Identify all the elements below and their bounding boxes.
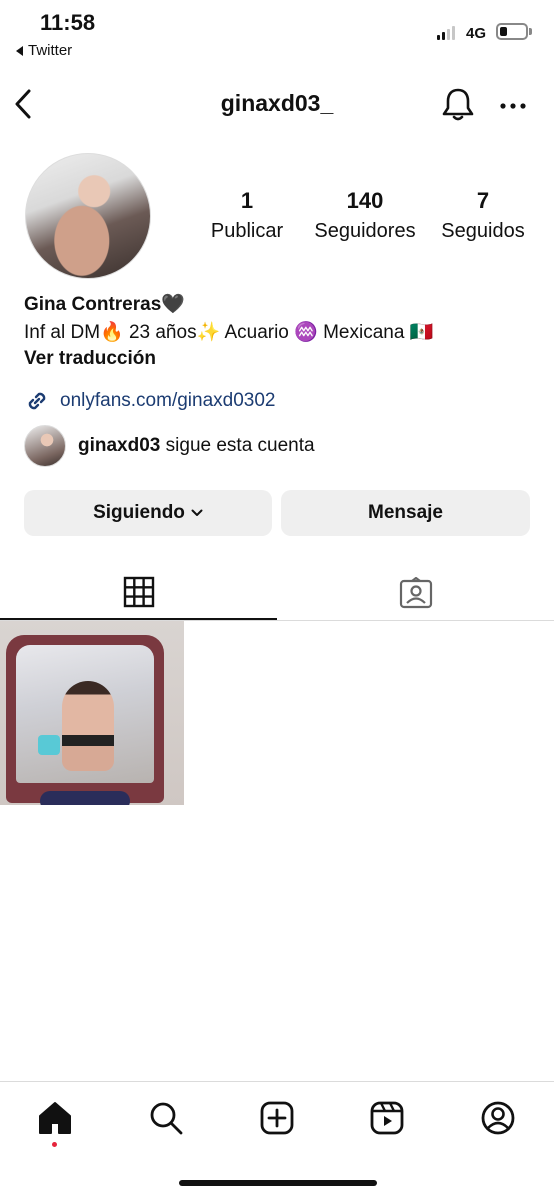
stat-posts[interactable]: 1 Publicar <box>197 188 297 243</box>
back-app-label: Twitter <box>28 42 73 59</box>
following-button-label: Siguiendo <box>93 502 185 523</box>
profile-icon <box>481 1101 515 1135</box>
more-options-button[interactable] <box>500 98 526 116</box>
tab-tagged[interactable] <box>277 566 554 620</box>
chevron-down-icon <box>191 509 203 516</box>
battery-cap <box>529 28 532 35</box>
network-type: 4G <box>466 25 487 42</box>
followed-by-row[interactable]: ginaxd03 sigue esta cuenta <box>24 425 315 467</box>
stat-following-number: 7 <box>476 188 490 213</box>
stat-followers-label: Seguidores <box>314 220 416 242</box>
stat-posts-number: 1 <box>240 188 254 213</box>
stat-posts-label: Publicar <box>210 220 284 242</box>
message-button-label: Mensaje <box>368 502 443 523</box>
stat-followers-number: 140 <box>346 188 384 213</box>
create-icon <box>260 1101 294 1135</box>
tab-posts-grid[interactable] <box>0 566 277 620</box>
stat-following-label: Seguidos <box>441 220 525 242</box>
follower-avatar <box>24 425 66 467</box>
nav-search[interactable] <box>148 1100 184 1136</box>
link-icon <box>28 392 46 410</box>
grid-icon <box>123 576 154 608</box>
following-button[interactable]: Siguiendo <box>24 490 272 536</box>
home-notification-dot <box>52 1142 57 1147</box>
nav-create[interactable] <box>259 1100 295 1136</box>
website-text: onlyfans.com/ginaxd0302 <box>60 390 276 411</box>
nav-home[interactable] <box>37 1100 73 1136</box>
home-indicator <box>179 1180 377 1186</box>
profile-avatar[interactable] <box>25 153 151 279</box>
back-triangle-icon <box>16 45 23 56</box>
status-time: 11:58 <box>40 10 96 35</box>
profile-display-name: Gina Contreras🖤 <box>24 294 185 315</box>
battery-icon <box>496 23 528 40</box>
stat-following[interactable]: 7 Seguidos <box>433 188 533 243</box>
followed-by-username: ginaxd03 <box>78 435 161 456</box>
signal-icon <box>437 26 455 40</box>
post-thumbnail[interactable] <box>0 621 184 805</box>
see-translation-link[interactable]: Ver traducción <box>24 348 156 370</box>
reels-icon <box>370 1101 404 1135</box>
followed-by-suffix: sigue esta cuenta <box>160 435 315 456</box>
home-icon <box>39 1102 71 1134</box>
message-button[interactable]: Mensaje <box>281 490 530 536</box>
more-dots-icon <box>500 103 526 109</box>
back-to-app-link[interactable]: Twitter <box>16 42 72 59</box>
bell-icon <box>442 88 474 121</box>
nav-profile[interactable] <box>480 1100 516 1136</box>
notifications-button[interactable] <box>441 86 475 127</box>
search-icon <box>150 1102 183 1135</box>
stat-followers[interactable]: 140 Seguidores <box>304 188 426 243</box>
tagged-icon <box>399 577 432 609</box>
profile-website-link[interactable]: onlyfans.com/ginaxd0302 <box>24 388 275 414</box>
followed-by-text: ginaxd03 sigue esta cuenta <box>78 435 315 457</box>
profile-bio: Inf al DM🔥 23 años✨ Acuario ♒️ Mexicana … <box>24 322 434 343</box>
nav-reels[interactable] <box>369 1100 405 1136</box>
